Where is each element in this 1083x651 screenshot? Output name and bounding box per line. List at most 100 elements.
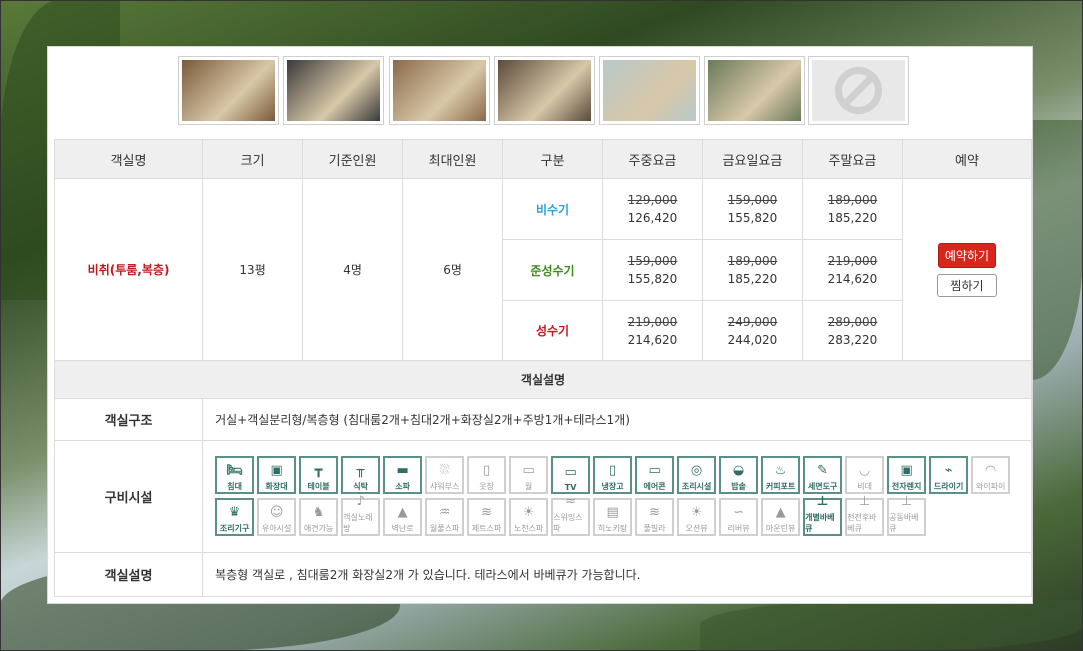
photo-icon	[287, 60, 380, 121]
amenity-label: 벽난로	[391, 523, 414, 533]
discount-price: 283,220	[827, 332, 878, 347]
amenity-aircon: ▭ 에어콘	[635, 455, 675, 494]
section-title-row: 객실설명	[54, 360, 1032, 399]
photo-icon	[393, 60, 486, 121]
amenities-grid: 🛏 침대 ▣ 화장대 ┳ 테이블 ╥ 식탁 ▬ 소파 ⛆ 샤워부스 ▯ 옷장 ▭ 월 ▭ TV ▯ 냉장고 ▭ 에어콘 ◎ 조…	[203, 448, 1015, 546]
original-price: 189,000	[727, 254, 778, 268]
original-price: 219,000	[827, 254, 878, 268]
wishlist-button[interactable]: 찜하기	[937, 273, 997, 297]
shower-icon: ⛆	[439, 462, 450, 478]
microwave-icon: ▣	[900, 462, 913, 478]
amenity-private-bbq: ⊥ 개별바베큐	[803, 494, 843, 536]
amenity-label: 월풀스파	[429, 523, 460, 533]
amenities-cell: 🛏 침대 ▣ 화장대 ┳ 테이블 ╥ 식탁 ▬ 소파 ⛆ 샤워부스 ▯ 옷장 ▭ 월 ▭ TV ▯ 냉장고 ▭ 에어콘 ◎ 조…	[202, 440, 1032, 553]
discount-price: 214,620	[627, 332, 678, 347]
toiletries-icon: ✎	[817, 462, 829, 478]
price-cell: 159,000 155,820	[701, 178, 803, 240]
discount-price: 126,420	[627, 211, 678, 225]
amenity-label: 객실노래방	[343, 512, 373, 533]
amenity-vanity: ▣ 화장대	[257, 455, 297, 494]
amenity-label: 드라이기	[933, 481, 964, 491]
pool-villa-icon: ≋	[649, 504, 661, 520]
amenity-toiletries: ✎ 세면도구	[803, 455, 843, 494]
amenity-fireplace: ▲ 벽난로	[383, 497, 423, 536]
amenity-jet-spa: ≋ 제트스파	[467, 497, 507, 536]
amenity-label: 전전후바베큐	[847, 512, 877, 533]
header-room-name: 객실명	[53, 139, 204, 179]
discount-price: 214,620	[827, 272, 878, 286]
amenity-label: 개별바베큐	[805, 512, 835, 533]
amenity-label: 공동바베큐	[889, 512, 919, 533]
photo-icon	[182, 60, 275, 121]
room-thumbnail[interactable]	[599, 56, 700, 125]
amenity-wardrobe: ▯ 옷장	[467, 455, 507, 494]
header-size: 크기	[202, 139, 304, 179]
amenity-outdoor-spa: ☀ 노천스파	[509, 497, 549, 536]
season-peak: 성수기	[502, 300, 603, 361]
pet-icon: ♞	[312, 504, 325, 520]
price-cell: 219,000 214,620	[601, 300, 703, 361]
amenity-river-view: ∽ 리버뷰	[719, 497, 759, 536]
amenity-whirlpool: ♒ 월풀스파	[425, 497, 465, 536]
amenity-label: 에어콘	[643, 481, 666, 491]
jet-spa-icon: ≋	[481, 504, 493, 520]
amenity-dining-table: ╥ 식탁	[341, 455, 381, 494]
kids-icon: ☺	[269, 504, 284, 520]
room-detail-panel: 객실명 크기 기준인원 최대인원 구분 주중요금 금요일요금 주말요금 예약 비…	[47, 46, 1033, 604]
header-friday: 금요일요금	[701, 139, 803, 179]
amenity-label: 화장대	[265, 481, 288, 491]
price-cell: 219,000 214,620	[801, 239, 903, 301]
amenity-label: 히노키탕	[597, 523, 628, 533]
amenity-rice-cooker: ◒ 밥솥	[719, 455, 759, 494]
room-thumbnail[interactable]	[494, 56, 595, 125]
wall-icon: ▭	[522, 462, 535, 478]
room-thumbnail[interactable]	[178, 56, 279, 125]
amenity-label: 테이블	[307, 481, 330, 491]
cookware-icon: ♛	[228, 504, 241, 520]
amenity-label: TV	[564, 482, 577, 492]
photo-icon	[498, 60, 591, 121]
amenity-label: 식탁	[353, 481, 368, 491]
room-thumbnail[interactable]	[389, 56, 490, 125]
tv-icon: ▭	[564, 464, 577, 480]
discount-price: 155,820	[727, 211, 778, 225]
original-price: 159,000	[727, 193, 778, 207]
amenity-label: 오션뷰	[685, 523, 708, 533]
price-cell: 249,000 244,020	[701, 300, 803, 361]
room-rate-table: 객실명 크기 기준인원 최대인원 구분 주중요금 금요일요금 주말요금 예약 비…	[53, 139, 1033, 597]
room-thumbnail[interactable]	[283, 56, 384, 125]
amenity-label: 제트스파	[471, 523, 502, 533]
room-thumbnail[interactable]	[808, 56, 909, 125]
structure-label: 객실구조	[53, 398, 204, 441]
amenity-label: 전자렌지	[891, 481, 922, 491]
room-thumbnail[interactable]	[704, 56, 805, 125]
amenity-label: 비데	[857, 481, 872, 491]
structure-row: 객실구조 거실+객실분리형/복층형 (침대룸2개+침대2개+화장실2개+주방1개…	[53, 398, 1032, 441]
season-semi-peak: 준성수기	[502, 239, 603, 301]
discount-price: 244,020	[727, 332, 778, 347]
rice-cooker-icon: ◒	[732, 462, 745, 478]
amenity-shower: ⛆ 샤워부스	[425, 455, 465, 494]
reserve-cell: 예약하기 찜하기	[901, 178, 1033, 361]
thumbnail-strip	[48, 47, 1032, 139]
amenity-bbq: ⊥ 전전후바베큐	[845, 494, 885, 536]
wardrobe-icon: ▯	[483, 462, 491, 478]
amenity-label: 와이파이	[975, 481, 1006, 491]
amenity-label: 밥솥	[731, 481, 746, 491]
amenity-cookware: ♛ 조리기구	[215, 497, 255, 536]
reserve-button[interactable]: 예약하기	[937, 242, 997, 268]
table-row: 비취(투룸,복층) 13평 4명 6명 비수기 129,000 126,420 1…	[53, 178, 1033, 361]
whirlpool-icon: ♒	[438, 504, 451, 520]
bidet-icon: ◡	[858, 462, 871, 478]
price-cell: 129,000 126,420	[601, 178, 703, 240]
base-people: 4명	[302, 178, 404, 361]
hair-dryer-icon: ⌁	[944, 462, 953, 478]
original-price: 189,000	[827, 193, 878, 207]
header-weekend: 주말요금	[801, 139, 903, 179]
amenity-kids: ☺ 유아시설	[257, 497, 297, 536]
amenity-table: ┳ 테이블	[299, 455, 339, 494]
amenity-fridge: ▯ 냉장고	[593, 455, 633, 494]
amenity-microwave: ▣ 전자렌지	[887, 455, 927, 494]
table-header-row: 객실명 크기 기준인원 최대인원 구분 주중요금 금요일요금 주말요금 예약	[53, 139, 1033, 179]
photo-icon	[603, 60, 696, 121]
